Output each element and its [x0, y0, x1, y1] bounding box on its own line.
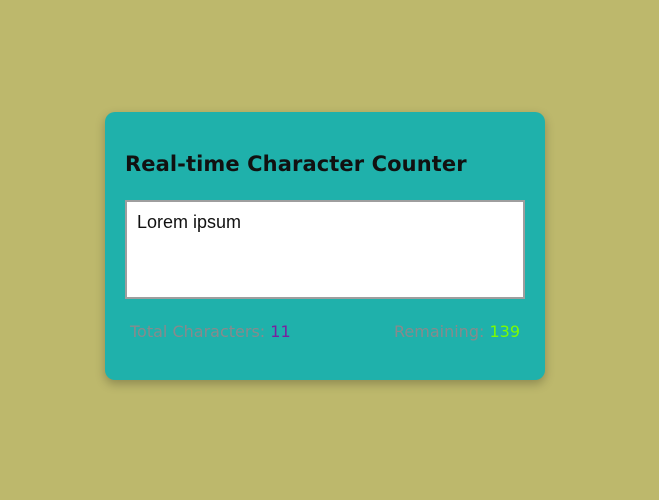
remaining-label: Remaining: [394, 322, 490, 341]
counter-card: Real-time Character Counter Lorem ipsum … [105, 112, 545, 380]
total-characters-label: Total Characters: [130, 322, 271, 341]
remaining-value: 139 [489, 322, 520, 341]
text-input[interactable]: Lorem ipsum [125, 200, 525, 299]
total-characters-value: 11 [270, 322, 291, 341]
remaining-characters: Remaining: 139 [394, 322, 520, 341]
counter-row: Total Characters: 11 Remaining: 139 [130, 322, 520, 341]
total-characters: Total Characters: 11 [130, 322, 291, 341]
card-title: Real-time Character Counter [125, 152, 467, 176]
